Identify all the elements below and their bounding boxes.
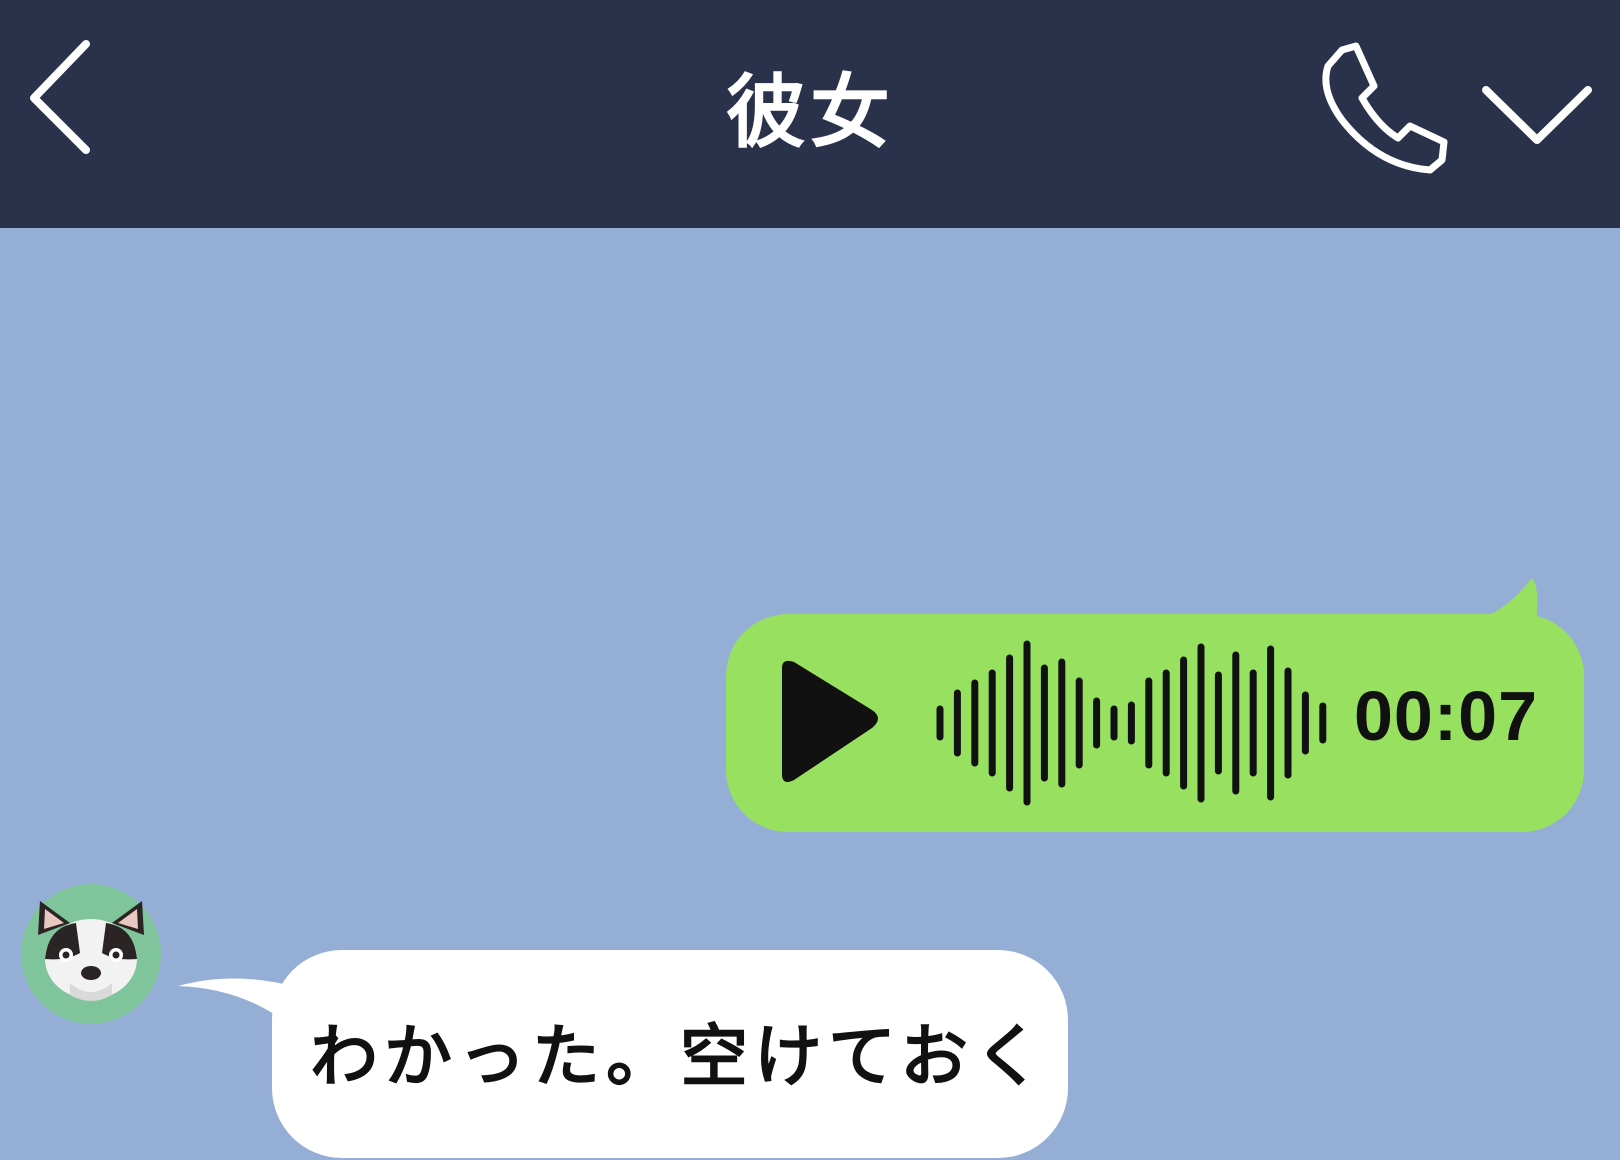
french-bulldog-avatar-icon: [21, 884, 161, 1024]
text-message[interactable]: わかった。空けておく: [176, 948, 1076, 1160]
play-icon: [782, 660, 878, 782]
message-text: わかった。空けておく: [310, 1018, 1048, 1097]
chat-header: 彼女: [0, 0, 1620, 228]
chevron-down-icon: [1482, 86, 1592, 144]
menu-toggle-button[interactable]: [1478, 70, 1596, 160]
call-button[interactable]: [1312, 38, 1452, 178]
phone-icon: [1322, 42, 1448, 174]
voice-duration: 00:07: [1354, 677, 1539, 755]
audio-waveform: [936, 640, 1327, 806]
play-button[interactable]: [768, 658, 888, 786]
voice-message[interactable]: 00:07: [726, 568, 1586, 838]
chat-area: 00:07 わかった。空けておく: [0, 228, 1620, 1158]
avatar[interactable]: [20, 883, 162, 1025]
